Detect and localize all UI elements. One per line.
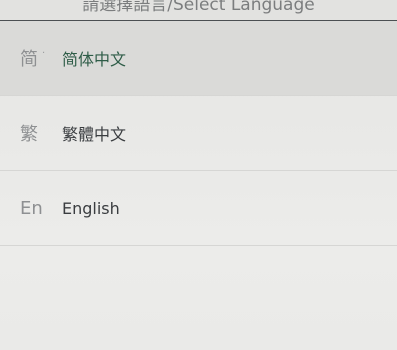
dialog-title: 請選擇語言/Select Language [82, 0, 315, 15]
language-label: English [62, 198, 120, 218]
dialog-header: 請選擇語言/Select Language [0, 0, 397, 21]
language-label: 简体中文 [62, 50, 127, 69]
language-abbr: 繁 [20, 124, 38, 145]
language-option-traditional-chinese[interactable]: 繁 繁體中文 [0, 96, 397, 171]
language-abbr: En [20, 197, 43, 219]
language-option-english[interactable]: En English [0, 171, 397, 246]
language-list: 简 · 简体中文 繁 繁體中文 En English [0, 21, 397, 246]
language-option-simplified-chinese[interactable]: 简 · 简体中文 [0, 21, 397, 96]
language-label: 繁體中文 [62, 125, 127, 144]
language-abbr: 简 · [20, 48, 46, 70]
marker-dot-icon: · [42, 48, 46, 59]
